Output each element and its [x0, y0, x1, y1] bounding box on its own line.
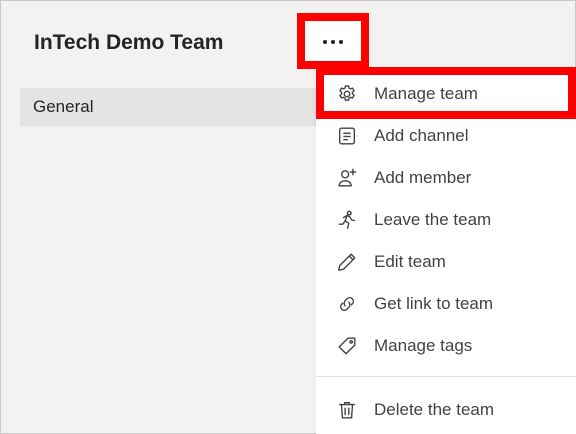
trash-icon — [336, 399, 358, 421]
team-name: InTech Demo Team — [34, 31, 224, 54]
menu-item-leave-team[interactable]: Leave the team — [316, 199, 576, 241]
pencil-icon — [336, 251, 358, 273]
channel-list-icon — [336, 125, 358, 147]
add-person-icon — [336, 167, 358, 189]
menu-item-get-link[interactable]: Get link to team — [316, 283, 576, 325]
menu-item-manage-tags[interactable]: Manage tags — [316, 325, 576, 367]
link-icon — [336, 293, 358, 315]
channel-label: General — [33, 97, 94, 116]
menu-item-label: Manage team — [374, 84, 478, 103]
menu-item-add-member[interactable]: Add member — [316, 157, 576, 199]
channel-item-general[interactable]: General — [20, 88, 316, 126]
gear-icon — [336, 83, 358, 105]
running-person-icon — [336, 209, 358, 231]
more-options-button[interactable] — [305, 21, 361, 61]
menu-item-delete-team[interactable]: Delete the team — [316, 389, 576, 431]
menu-divider — [316, 376, 576, 377]
menu-item-label: Leave the team — [374, 210, 492, 229]
tag-icon — [336, 335, 358, 357]
more-options-highlight — [297, 13, 369, 69]
menu-item-label: Manage tags — [374, 336, 473, 355]
menu-item-edit-team[interactable]: Edit team — [316, 241, 576, 283]
team-context-menu: Manage team Add channel Add member Leave… — [316, 73, 576, 434]
menu-item-label: Delete the team — [374, 400, 495, 419]
ellipsis-icon — [323, 40, 343, 44]
menu-item-label: Add member — [374, 168, 472, 187]
menu-item-add-channel[interactable]: Add channel — [316, 115, 576, 157]
menu-item-label: Get link to team — [374, 294, 494, 313]
menu-item-manage-team[interactable]: Manage team — [316, 73, 576, 115]
menu-item-label: Edit team — [374, 252, 446, 271]
channel-sidebar — [1, 81, 315, 433]
team-header: InTech Demo Team — [1, 1, 575, 81]
menu-item-label: Add channel — [374, 126, 469, 145]
